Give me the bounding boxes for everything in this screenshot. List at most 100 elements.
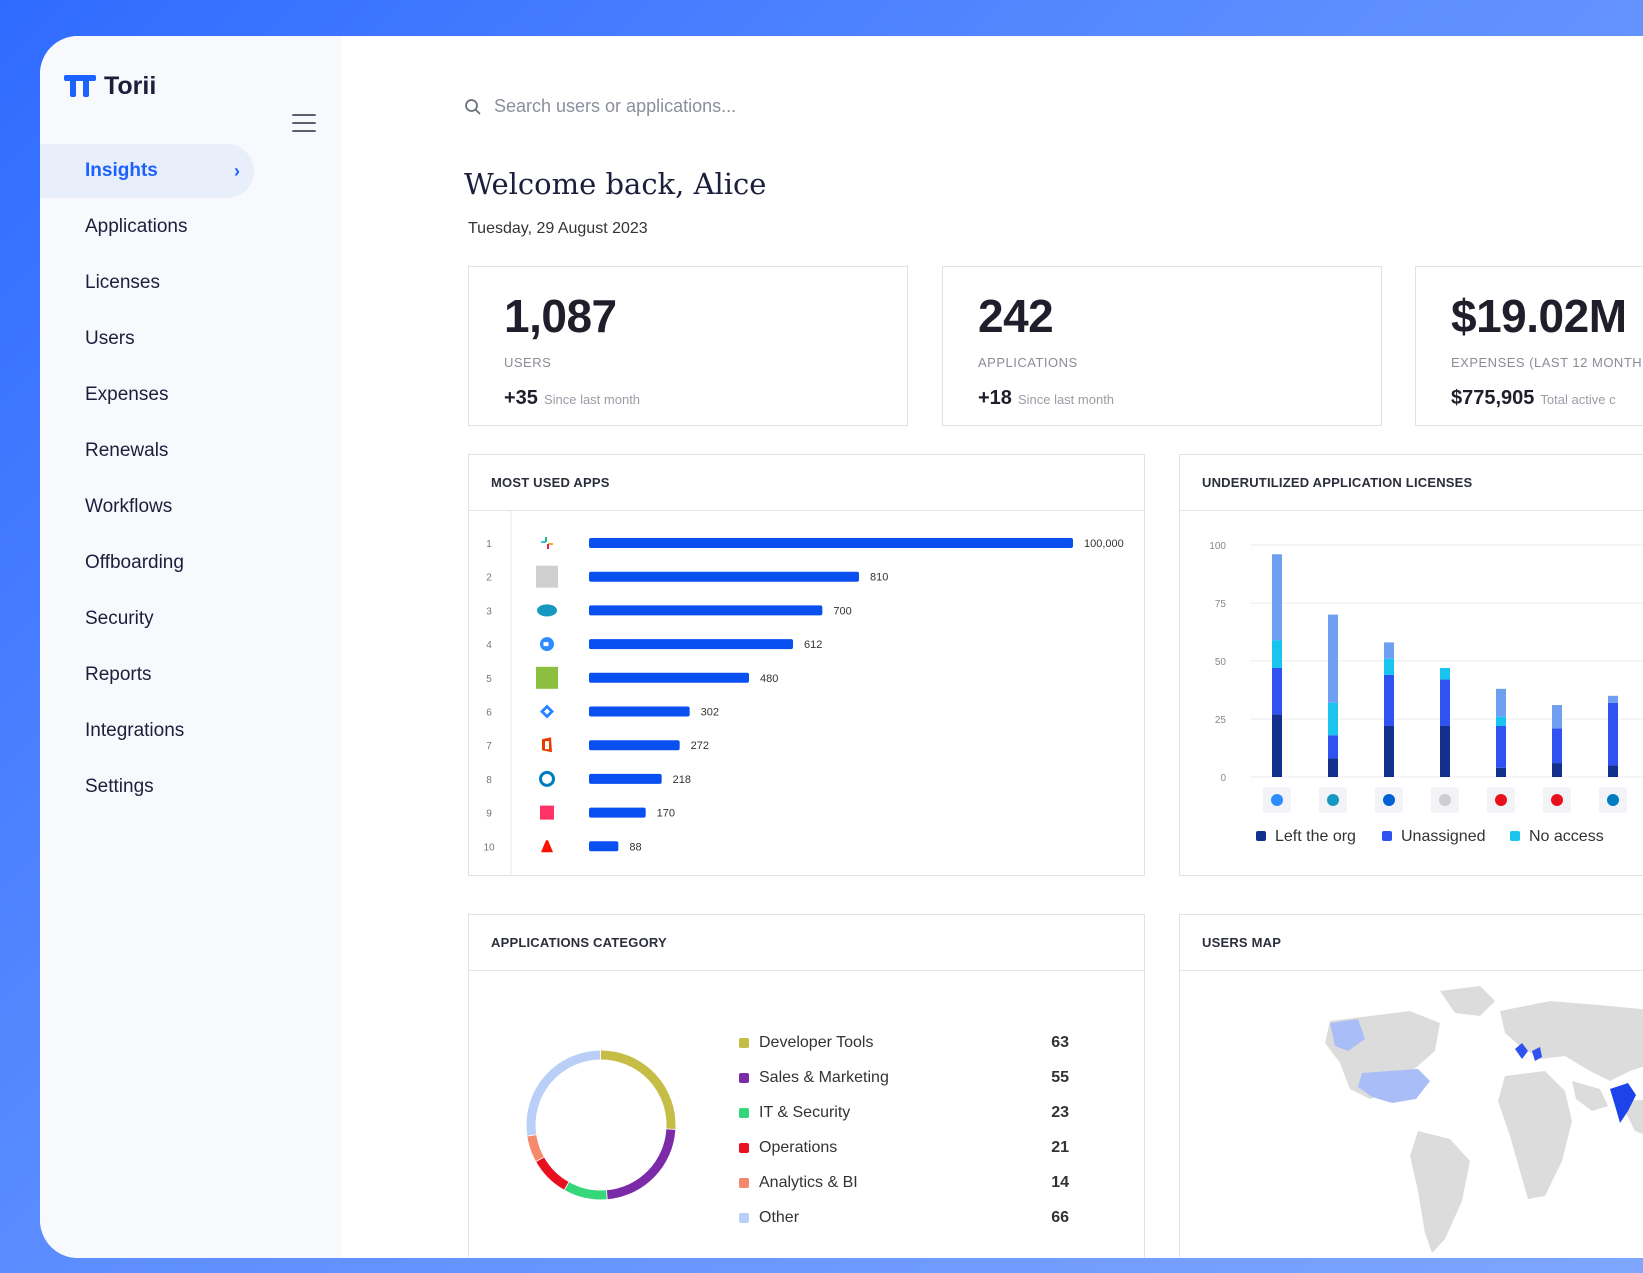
stacked-bar-segment[interactable] xyxy=(1384,725,1394,777)
rank-label: 3 xyxy=(486,606,492,617)
bar-value-label: 100,000 xyxy=(1084,538,1124,550)
card-title: USERS MAP xyxy=(1180,915,1643,971)
category-legend-item[interactable]: Developer Tools 63 xyxy=(739,1025,1069,1060)
stacked-bar-segment[interactable] xyxy=(1552,705,1562,729)
stacked-bar-segment[interactable] xyxy=(1384,658,1394,675)
invision-icon[interactable] xyxy=(540,805,554,820)
legend-swatch xyxy=(739,1107,749,1118)
y-tick-label: 100 xyxy=(1209,541,1226,552)
sidebar-item-expenses[interactable]: Expenses xyxy=(40,368,254,422)
legend-swatch xyxy=(739,1037,749,1048)
continents xyxy=(1325,986,1643,1253)
stacked-bar-segment[interactable] xyxy=(1496,688,1506,717)
donut-slice[interactable] xyxy=(526,1050,601,1136)
stacked-bar-segment[interactable] xyxy=(1496,725,1506,768)
category-donut-chart xyxy=(526,1050,676,1200)
app-green-icon[interactable] xyxy=(536,666,558,689)
bar[interactable] xyxy=(589,538,1073,548)
sidebar-item-renewals[interactable]: Renewals xyxy=(40,424,254,478)
bar[interactable] xyxy=(589,841,619,852)
page-date: Tuesday, 29 August 2023 xyxy=(468,220,648,237)
bar[interactable] xyxy=(589,807,646,818)
category-legend-item[interactable]: Sales & Marketing 55 xyxy=(739,1060,1069,1095)
okta-icon[interactable] xyxy=(539,770,555,787)
card-title: MOST USED APPS xyxy=(469,455,1144,511)
y-tick-label: 25 xyxy=(1215,715,1227,726)
bar[interactable] xyxy=(589,605,823,616)
stacked-bar-segment[interactable] xyxy=(1440,725,1450,777)
stacked-bar-segment[interactable] xyxy=(1328,735,1338,759)
category-legend-item[interactable]: IT & Security 23 xyxy=(739,1095,1069,1130)
salesforce-icon[interactable] xyxy=(537,604,557,617)
sidebar-item-licenses[interactable]: Licenses xyxy=(40,256,254,310)
stacked-bar-segment[interactable] xyxy=(1608,695,1618,703)
stacked-bar-segment[interactable] xyxy=(1328,758,1338,777)
donut-slice[interactable] xyxy=(527,1134,544,1162)
stat-label: USERS xyxy=(504,355,552,370)
gsuite-icon[interactable] xyxy=(536,565,558,588)
stacked-bar-segment[interactable] xyxy=(1272,714,1282,777)
category-legend-item[interactable]: Operations 21 xyxy=(739,1130,1069,1165)
bar-value-label: 480 xyxy=(760,673,778,685)
office-icon[interactable] xyxy=(542,737,552,753)
app-app5-icon xyxy=(1495,794,1507,806)
stacked-bar-segment[interactable] xyxy=(1272,667,1282,715)
stat-card-users[interactable]: 1,087 USERS +35 Since last month xyxy=(468,266,908,426)
stacked-bar-segment[interactable] xyxy=(1384,674,1394,726)
sidebar-item-security[interactable]: Security xyxy=(40,592,254,646)
stacked-bar-segment[interactable] xyxy=(1608,765,1618,777)
donut-slice[interactable] xyxy=(600,1050,676,1129)
stacked-bar-segment[interactable] xyxy=(1440,667,1450,680)
rank-label: 1 xyxy=(486,539,492,550)
bar[interactable] xyxy=(589,706,690,717)
category-count: 21 xyxy=(1051,1138,1069,1156)
zoom-icon[interactable] xyxy=(540,637,554,652)
jira-icon[interactable] xyxy=(540,704,554,719)
donut-slice[interactable] xyxy=(606,1129,676,1200)
rank-label: 2 xyxy=(486,573,492,584)
stacked-bar-segment[interactable] xyxy=(1552,763,1562,777)
bar[interactable] xyxy=(589,639,793,650)
stacked-bar-segment[interactable] xyxy=(1384,642,1394,659)
slack-icon[interactable] xyxy=(541,537,553,549)
stacked-bar-segment[interactable] xyxy=(1496,767,1506,777)
category-legend-item[interactable]: Analytics & BI 14 xyxy=(739,1165,1069,1200)
sidebar-item-users[interactable]: Users xyxy=(40,312,254,366)
donut-slice[interactable] xyxy=(564,1182,607,1200)
sidebar-item-applications[interactable]: Applications xyxy=(40,200,254,254)
bar[interactable] xyxy=(589,672,749,683)
bar[interactable] xyxy=(589,571,859,582)
sidebar-item-settings[interactable]: Settings xyxy=(40,760,254,814)
stacked-bar-segment[interactable] xyxy=(1608,702,1618,766)
bar-value-label: 272 xyxy=(691,740,709,752)
logo[interactable]: Torii xyxy=(64,72,156,101)
sidebar-item-workflows[interactable]: Workflows xyxy=(40,480,254,534)
bar[interactable] xyxy=(589,773,662,784)
app-window: Torii Insights › Applications Licenses Users… xyxy=(40,36,1643,1258)
sidebar-item-integrations[interactable]: Integrations xyxy=(40,704,254,758)
sidebar-item-offboarding[interactable]: Offboarding xyxy=(40,536,254,590)
stat-value: 1,087 xyxy=(504,290,617,342)
stat-card-applications[interactable]: 242 APPLICATIONS +18 Since last month xyxy=(942,266,1382,426)
category-count: 23 xyxy=(1051,1103,1069,1121)
bar-value-label: 170 xyxy=(657,808,675,820)
sidebar-item-reports[interactable]: Reports xyxy=(40,648,254,702)
y-tick-label: 75 xyxy=(1215,599,1227,610)
stacked-bar-segment[interactable] xyxy=(1440,679,1450,726)
stat-card-expenses[interactable]: $19.02M EXPENSES (LAST 12 MONTH $775,905… xyxy=(1415,266,1643,426)
stacked-bar-segment[interactable] xyxy=(1552,728,1562,764)
sidebar-item-insights[interactable]: Insights › xyxy=(40,144,254,198)
menu-icon[interactable] xyxy=(292,114,316,132)
category-legend-item[interactable]: Other 66 xyxy=(739,1200,1069,1235)
stacked-bar-segment[interactable] xyxy=(1328,614,1338,703)
bar[interactable] xyxy=(589,740,680,751)
stacked-bar-segment[interactable] xyxy=(1328,702,1338,736)
donut-slice[interactable] xyxy=(536,1157,569,1190)
sidebar-item-label: Workflows xyxy=(85,496,173,517)
adobe-icon[interactable] xyxy=(541,840,553,853)
stacked-bar-segment[interactable] xyxy=(1272,554,1282,641)
search-input[interactable] xyxy=(494,96,894,117)
stacked-bar-segment[interactable] xyxy=(1496,716,1506,726)
stacked-bar-segment[interactable] xyxy=(1272,640,1282,668)
search-bar[interactable] xyxy=(464,96,894,117)
